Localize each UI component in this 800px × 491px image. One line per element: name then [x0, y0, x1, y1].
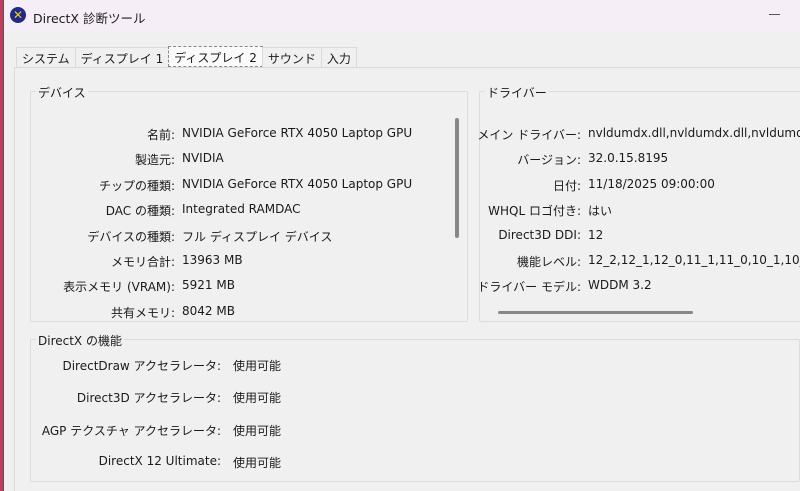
driver-label: 機能レベル: [516, 255, 581, 269]
device-label: 製造元: [134, 153, 175, 168]
features-label: Direct3D アクセラレータ: [76, 391, 221, 406]
dxdiag-window: ✕ DirectX 診断ツール システム ディスプレイ 1 ディスプレイ 2 サ… [3, 0, 800, 491]
title-bar: ✕ DirectX 診断ツール [4, 0, 800, 31]
driver-label: WHQL ロゴ付き: [488, 204, 581, 219]
features-label: AGP テクスチャ アクセラレータ: [41, 423, 221, 438]
driver-value: 12 [588, 227, 604, 242]
driver-label: バージョン: [517, 153, 581, 168]
device-label: チップの種類: [98, 178, 175, 193]
directx-x-icon: ✕ [10, 7, 26, 23]
tab-panel: デバイス 名前: NVIDIA GeForce RTX 4050 Laptop G… [14, 67, 800, 491]
device-value: NVIDIA [182, 151, 224, 166]
device-label: DAC の種類: [105, 204, 175, 219]
driver-group-title: ドライバー [485, 84, 549, 101]
tab-display-2[interactable]: ディスプレイ 2 [168, 46, 263, 67]
tab-strip: システム ディスプレイ 1 ディスプレイ 2 サウンド 入力 [16, 46, 357, 68]
device-value: 5921 MB [182, 278, 235, 293]
driver-label: 日付: [552, 178, 581, 193]
device-value: 8042 MB [182, 303, 235, 318]
device-label: デバイスの種類: [87, 229, 175, 244]
tab-system[interactable]: システム [16, 47, 76, 67]
features-value: 使用可能 [233, 359, 282, 373]
features-value: 使用可能 [233, 391, 282, 406]
driver-value: 11/18/2025 09:00:00 [588, 176, 715, 191]
horizontal-scrollbar[interactable] [498, 311, 693, 314]
driver-value: はい [588, 204, 613, 219]
window-title: DirectX 診断ツール [33, 11, 146, 26]
device-label: メモリ合計: [110, 255, 175, 269]
driver-value: 12_2,12_1,12_0,11_1,11_0,10_1,10_0,9_ [588, 253, 800, 267]
driver-value: WDDM 3.2 [588, 278, 652, 293]
features-label: DirectDraw アクセラレータ: [62, 359, 221, 373]
driver-label: メイン ドライバー: [477, 128, 581, 142]
tab-input[interactable]: 入力 [320, 47, 357, 67]
features-label: DirectX 12 Ultimate: [98, 453, 221, 468]
driver-value: 32.0.15.8195 [588, 151, 669, 166]
device-label: 名前: [146, 128, 175, 142]
driver-group: ドライバー メイン ドライバー: nvldumdx.dll,nvldumdx.dl… [477, 84, 800, 322]
features-value: 使用可能 [233, 455, 282, 470]
driver-label: Direct3D DDI: [498, 227, 581, 242]
device-group-title: デバイス [36, 84, 88, 101]
directx-features-group: DirectX の機能 DirectDraw アクセラレータ: 使用可能 Direc… [30, 332, 800, 482]
minimize-button[interactable] [769, 14, 780, 15]
device-label: 表示メモリ (VRAM): [63, 280, 175, 295]
driver-value: nvldumdx.dll,nvldumdx.dll,nvldumdx.d [588, 126, 800, 140]
features-value: 使用可能 [233, 423, 282, 438]
features-group-title: DirectX の機能 [36, 332, 124, 349]
tab-display-1[interactable]: ディスプレイ 1 [74, 47, 170, 67]
device-value: 13963 MB [182, 253, 243, 267]
driver-label: ドライバー モデル: [477, 280, 581, 295]
tab-sound[interactable]: サウンド [261, 47, 322, 67]
device-label: 共有メモリ: [110, 305, 175, 320]
